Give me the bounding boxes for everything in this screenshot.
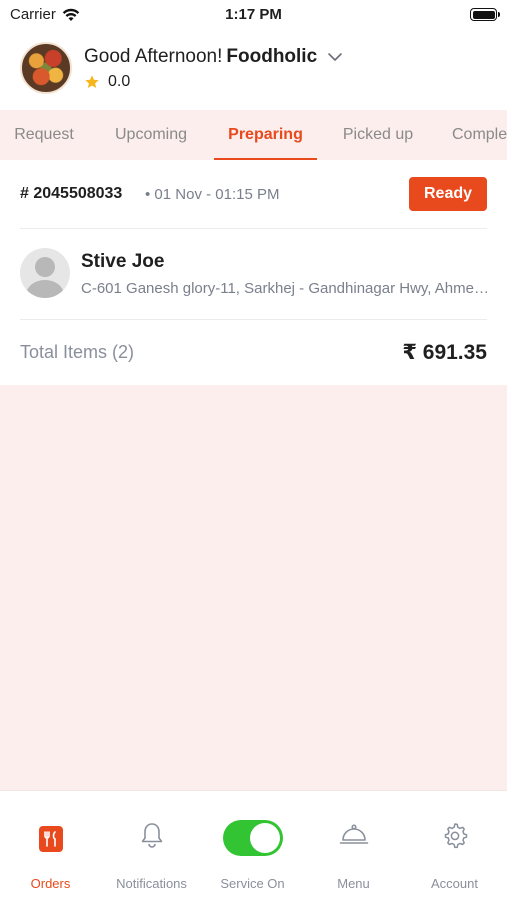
nav-account-label: Account [431,876,478,891]
customer-address: C-601 Ganesh glory-11, Sarkhej - Gandhin… [81,280,489,297]
chevron-down-icon[interactable] [327,49,343,65]
greeting-text: Good Afternoon! [84,46,223,67]
customer-avatar [20,248,70,298]
tab-request[interactable]: Request [0,110,88,160]
total-items-label: Total Items (2) [20,342,135,362]
order-card[interactable]: # 2045508033 • 01 Nov - 01:15 PM Ready S… [0,160,507,385]
tab-preparing[interactable]: Preparing [214,110,317,160]
nav-menu[interactable]: Menu [303,791,404,900]
gear-icon [444,823,467,849]
nav-menu-label: Menu [337,876,370,891]
order-header: # 2045508033 • 01 Nov - 01:15 PM Ready [20,177,487,211]
tab-picked-up[interactable]: Picked up [329,110,427,160]
orders-icon [38,826,63,852]
rating-value: 0.0 [108,73,131,90]
order-id: # 2045508033 [20,185,123,202]
tab-upcoming[interactable]: Upcoming [100,110,202,160]
divider [20,228,487,229]
nav-notifications-label: Notifications [116,876,187,891]
restaurant-name: Foodholic [226,46,318,67]
customer-name: Stive Joe [81,251,165,272]
bottom-nav: Orders Notifications Service On Menu Acc… [0,790,507,900]
total-amount: ₹ 691.35 [402,341,487,364]
nav-account[interactable]: Account [404,791,505,900]
nav-notifications[interactable]: Notifications [101,791,202,900]
service-toggle-switch[interactable] [222,820,283,856]
nav-service-label: Service On [220,876,285,891]
status-bar: Carrier 1:17 PM [0,0,507,30]
divider [20,319,487,320]
cloche-icon [339,824,368,844]
nav-service-toggle[interactable]: Service On [202,791,303,900]
status-time: 1:17 PM [225,6,282,23]
nav-orders-label: Orders [30,876,71,891]
restaurant-selector[interactable]: Good Afternoon! Foodholic [84,46,343,68]
star-icon [85,75,99,88]
restaurant-avatar[interactable] [20,42,72,94]
nav-orders[interactable]: Orders [0,791,101,900]
order-status-tabs: Request Upcoming Preparing Picked up Com… [0,110,507,160]
tab-completed[interactable]: Completed [441,110,507,160]
header: Good Afternoon! Foodholic 0.0 [0,30,507,110]
battery-icon [470,8,500,21]
ready-button[interactable]: Ready [409,177,487,211]
bell-icon [141,823,162,848]
order-date: • 01 Nov - 01:15 PM [145,186,280,203]
rating: 0.0 [84,73,130,91]
